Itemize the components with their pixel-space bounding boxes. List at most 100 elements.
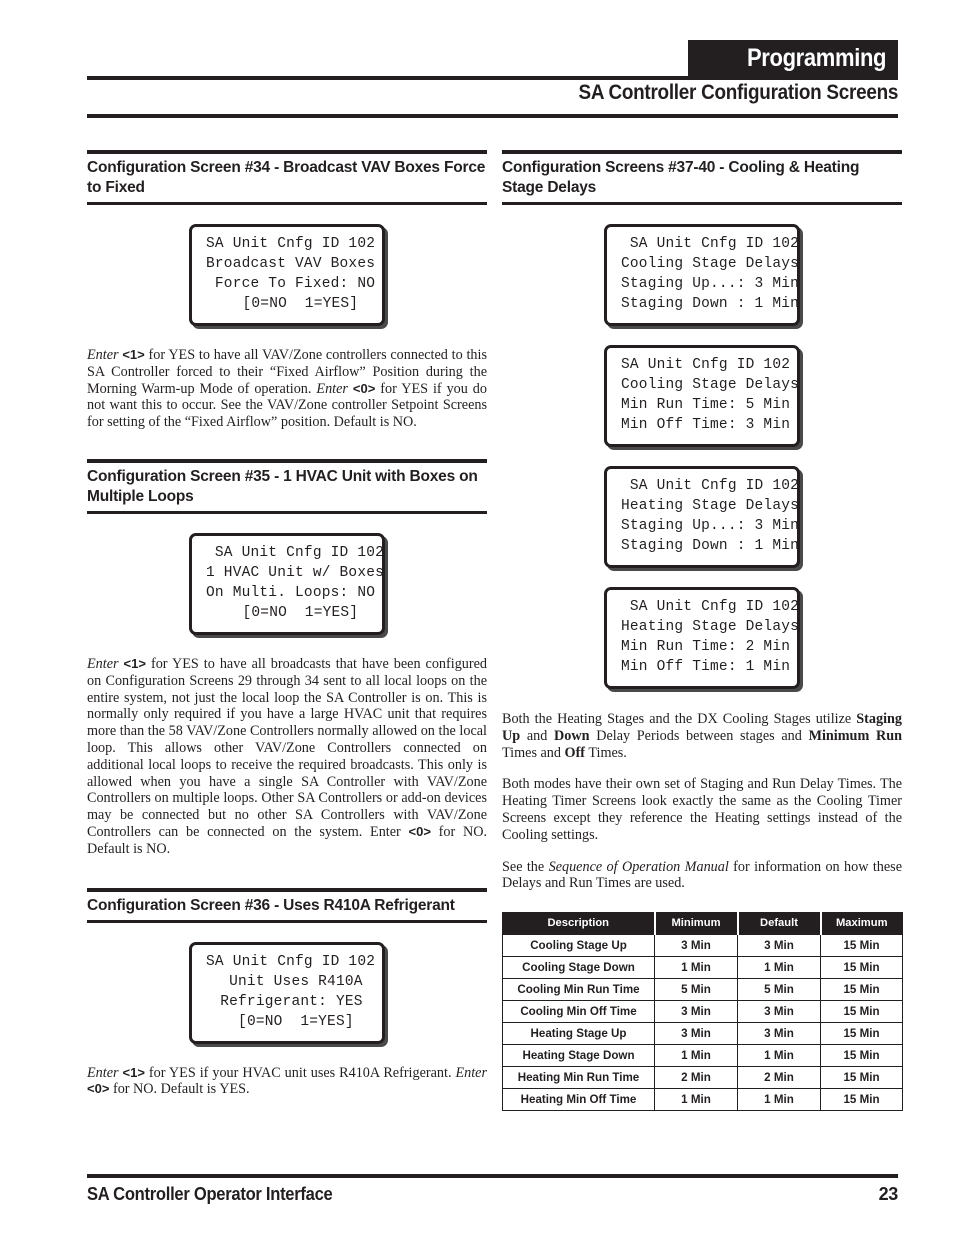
cell-description: Cooling Min Run Time <box>502 978 655 1002</box>
lcd-panel-cooling-stage-delays: SA Unit Cnfg ID 102 Cooling Stage Delays… <box>604 224 800 326</box>
key-token-2: <0> <box>87 1081 110 1097</box>
header-banner: Programming <box>687 40 898 77</box>
lcd-line-4: [0=NO 1=YES] <box>215 296 359 312</box>
lcd-panel-35-wrap: SA Unit Cnfg ID 102 1 HVAC Unit w/ Boxes… <box>87 532 487 635</box>
cell-maximum: 15 Min <box>820 956 903 980</box>
lcd-line-3: Refrigerant: YES <box>211 993 363 1010</box>
paragraph-screen-36: Enter <1> for YES if your HVAC unit uses… <box>87 1065 487 1099</box>
paragraph-see-manual: See the Sequence of Operation Manual for… <box>502 859 902 893</box>
page-number: 23 <box>878 1184 899 1204</box>
cell-description: Heating Stage Up <box>502 1022 655 1046</box>
paragraph-modes: Both modes have their own set of Staging… <box>502 776 902 843</box>
lcd-panel-34: SA Unit Cnfg ID 102 Broadcast VAV Boxes … <box>189 224 385 326</box>
lcd-line-1: SA Unit Cnfg ID 102 <box>206 544 385 561</box>
bold-minimum-run: Minimum Run <box>808 727 902 744</box>
text-d: Times and <box>502 744 565 761</box>
page-header: Programming SA Controller Configuration … <box>87 40 898 120</box>
header-rule-bottom <box>87 114 898 118</box>
lcd-line-2: Heating Stage Delays <box>621 619 800 635</box>
lcd-line-2: Broadcast VAV Boxes <box>206 256 376 272</box>
key-token-1: <1> <box>122 1064 145 1080</box>
lcd-panel-heating-stage-delays: SA Unit Cnfg ID 102 Heating Stage Delays… <box>604 466 800 568</box>
cell-minimum: 5 Min <box>654 978 738 1002</box>
key-token-2: <0> <box>352 380 376 396</box>
lcd-panel-37-wrap: SA Unit Cnfg ID 102 Cooling Stage Delays… <box>502 224 902 326</box>
cell-minimum: 2 Min <box>654 1066 738 1090</box>
table-row: Cooling Stage Up 3 Min 3 Min 15 Min <box>502 934 903 958</box>
lcd-line-3: Min Run Time: 2 Min <box>621 639 791 655</box>
cell-minimum: 1 Min <box>654 1088 738 1112</box>
lcd-line-1: SA Unit Cnfg ID 102 <box>621 599 800 615</box>
cell-maximum: 15 Min <box>820 934 903 958</box>
lcd-line-4: Staging Down : 1 Min <box>621 296 800 312</box>
paragraph-text-b: for NO. Default is YES. <box>109 1081 250 1098</box>
lcd-panel-36-wrap: SA Unit Cnfg ID 102 Unit Uses R410A Refr… <box>87 941 487 1044</box>
cell-maximum: 15 Min <box>820 1000 903 1024</box>
column-header-minimum: Minimum <box>654 912 739 935</box>
enter-emphasis: Enter <box>87 1064 119 1081</box>
left-column: Configuration Screen #34 - Broadcast VAV… <box>87 150 487 1098</box>
column-header-description: Description <box>502 912 656 935</box>
column-header-maximum: Maximum <box>820 912 903 935</box>
key-token-2: <0> <box>408 823 431 839</box>
lcd-line-2: Cooling Stage Delays <box>621 377 800 393</box>
lcd-panel-39-wrap: SA Unit Cnfg ID 102 Heating Stage Delays… <box>502 466 902 568</box>
header-banner-label: Programming <box>746 44 887 72</box>
section-rule-bottom <box>87 510 487 514</box>
footer-title: SA Controller Operator Interface <box>87 1184 333 1204</box>
cell-maximum: 15 Min <box>820 1066 903 1090</box>
enter-emphasis-2: Enter <box>455 1064 488 1081</box>
cell-default: 1 Min <box>737 1088 821 1112</box>
lcd-line-4: [0=NO 1=YES] <box>220 1013 354 1030</box>
cell-maximum: 15 Min <box>820 978 903 1002</box>
text-e: Times. <box>585 744 627 761</box>
table-row: Cooling Min Off Time 3 Min 3 Min 15 Min <box>502 1000 903 1024</box>
bold-down: Down <box>554 727 590 744</box>
footer-row: SA Controller Operator Interface 23 <box>87 1178 898 1205</box>
paragraph-text-a: for YES if your HVAC unit uses R410A Ref… <box>144 1064 456 1081</box>
paragraph-text-a: for YES to have all broadcasts that have… <box>87 655 488 840</box>
lcd-line-4: Min Off Time: 3 Min <box>621 417 791 433</box>
text-c: Delay Periods between stages and <box>589 727 809 744</box>
lcd-panel-34-wrap: SA Unit Cnfg ID 102 Broadcast VAV Boxes … <box>87 224 487 326</box>
section-rule-bottom <box>87 919 487 923</box>
cell-description: Heating Min Run Time <box>502 1066 655 1090</box>
cell-description: Cooling Stage Up <box>502 934 655 958</box>
cell-description: Cooling Min Off Time <box>502 1000 655 1024</box>
lcd-line-4: Staging Down : 1 Min <box>621 538 800 554</box>
table-row: Heating Min Run Time 2 Min 2 Min 15 Min <box>502 1066 903 1090</box>
lcd-line-1: SA Unit Cnfg ID 102 <box>206 236 376 252</box>
cell-minimum: 1 Min <box>654 956 738 980</box>
table-row: Heating Min Off Time 1 Min 1 Min 15 Min <box>502 1088 903 1112</box>
lcd-line-1: SA Unit Cnfg ID 102 <box>206 953 376 970</box>
enter-emphasis-2: Enter <box>316 380 348 397</box>
table-header-row: Description Minimum Default Maximum <box>502 912 903 935</box>
paragraph-screen-34: Enter <1> for YES to have all VAV/Zone c… <box>87 347 487 431</box>
page-title: SA Controller Configuration Screens <box>578 81 898 104</box>
section-heading-34: Configuration Screen #34 - Broadcast VAV… <box>87 159 486 196</box>
cell-maximum: 15 Min <box>820 1022 903 1046</box>
cell-maximum: 15 Min <box>820 1044 903 1068</box>
paragraph-screen-35: Enter <1> for YES to have all broadcasts… <box>87 656 487 858</box>
lcd-line-3: Min Run Time: 5 Min <box>621 397 791 413</box>
section-heading-36: Configuration Screen #36 - Uses R410A Re… <box>87 896 455 914</box>
cell-default: 3 Min <box>737 1000 821 1024</box>
section-rule-bottom <box>502 202 902 205</box>
text-b: and <box>520 727 555 744</box>
section-heading-35: Configuration Screen #35 - 1 HVAC Unit w… <box>87 467 478 505</box>
lcd-panel-heating-min-times: SA Unit Cnfg ID 102 Heating Stage Delays… <box>604 587 800 689</box>
cell-maximum: 15 Min <box>820 1088 903 1112</box>
cell-default: 3 Min <box>737 934 821 958</box>
lcd-line-3: On Multi. Loops: NO <box>206 584 376 601</box>
lcd-panel-38-wrap: SA Unit Cnfg ID 102 Cooling Stage Delays… <box>502 345 902 447</box>
lcd-panel-40-wrap: SA Unit Cnfg ID 102 Heating Stage Delays… <box>502 587 902 689</box>
manual-title: Sequence of Operation Manual <box>548 858 729 875</box>
cell-description: Cooling Stage Down <box>502 956 655 980</box>
paragraph-stages-overview: Both the Heating Stages and the DX Cooli… <box>502 711 902 761</box>
page-footer: SA Controller Operator Interface 23 <box>87 1174 898 1205</box>
lcd-panel-35: SA Unit Cnfg ID 102 1 HVAC Unit w/ Boxes… <box>189 532 385 635</box>
section-heading-37-40: Configuration Screens #37-40 - Cooling &… <box>502 159 860 196</box>
cell-default: 3 Min <box>737 1022 821 1046</box>
lcd-line-1: SA Unit Cnfg ID 102 <box>621 478 800 494</box>
enter-emphasis: Enter <box>87 347 119 363</box>
